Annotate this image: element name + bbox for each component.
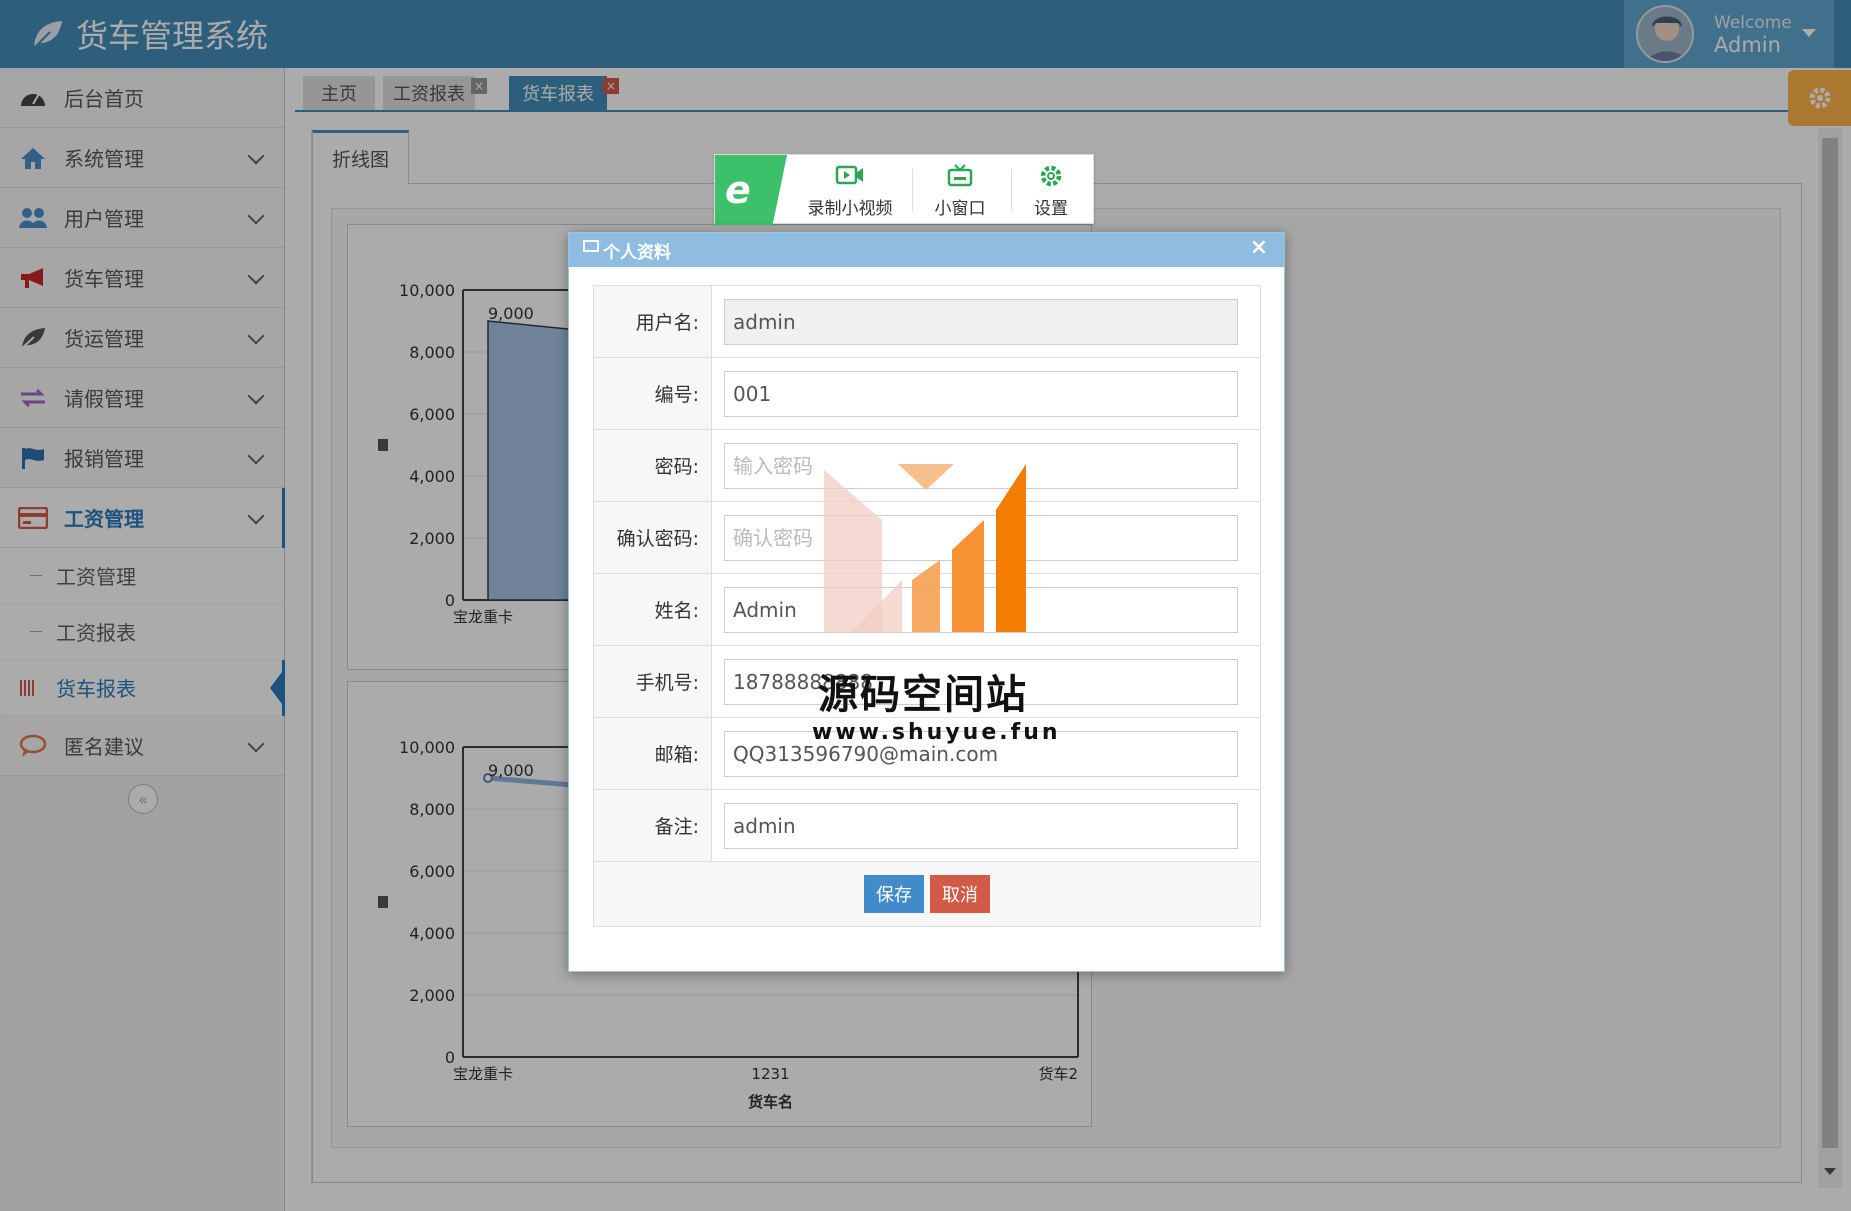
dialog-title: 个人资料	[603, 242, 671, 263]
form-row-confirm-password: 确认密码:	[594, 502, 1260, 574]
form-row-password: 密码:	[594, 430, 1260, 502]
save-button[interactable]: 保存	[864, 875, 924, 913]
record-video-button[interactable]: 录制小视频	[797, 163, 903, 219]
password-input[interactable]	[724, 442, 1238, 489]
video-toolbar: e 录制小视频 小窗口 设置	[714, 154, 1094, 225]
dialog-titlebar[interactable]: 个人资料 ×	[569, 233, 1284, 267]
form-row-name: 姓名:	[594, 574, 1260, 646]
close-icon[interactable]: ×	[1250, 235, 1268, 260]
tv-icon	[947, 164, 973, 187]
form-actions: 保存 取消	[594, 862, 1260, 926]
browser-logo-icon: e	[715, 155, 787, 225]
remark-input[interactable]	[724, 802, 1238, 849]
window-icon	[583, 240, 599, 252]
toolbar-settings-button[interactable]: 设置	[1025, 163, 1077, 219]
number-input[interactable]	[724, 370, 1238, 417]
watermark-title: 源码空间站	[818, 672, 1028, 718]
confirm-password-input[interactable]	[724, 514, 1238, 561]
gear-icon	[1040, 165, 1062, 187]
form-row-number: 编号:	[594, 358, 1260, 430]
video-camera-icon	[835, 165, 863, 185]
form-row-remark: 备注:	[594, 790, 1260, 862]
profile-form: 用户名: 编号: 密码: 确认密码: 姓名: 手机号: 邮箱: 备注:	[593, 285, 1261, 927]
watermark-url: www.shuyue.fun	[812, 720, 1061, 745]
cancel-button[interactable]: 取消	[930, 875, 990, 913]
mini-window-button[interactable]: 小窗口	[925, 163, 995, 219]
name-input[interactable]	[724, 586, 1238, 633]
profile-dialog: 个人资料 × 用户名: 编号: 密码: 确认密码: 姓名: 手机号: 邮箱:	[568, 232, 1285, 972]
form-row-username: 用户名:	[594, 286, 1260, 358]
username-input[interactable]	[724, 298, 1238, 345]
